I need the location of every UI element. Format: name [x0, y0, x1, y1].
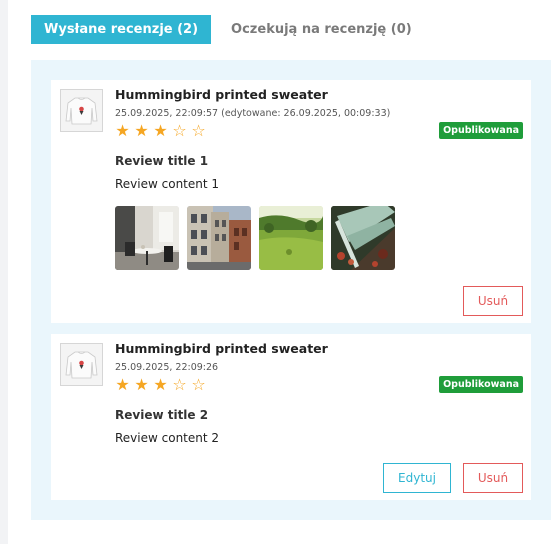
- star-empty-icon: ☆: [191, 375, 206, 394]
- star-filled-icon: ★: [153, 121, 168, 140]
- star-rating: ★ ★ ★ ☆ ☆: [114, 376, 207, 394]
- star-empty-icon: ☆: [172, 375, 187, 394]
- status-badge: Opublikowana: [439, 122, 523, 139]
- sweater-image: [61, 90, 102, 131]
- review-tabs: Wysłane recenzje (2) Oczekują na recenzj…: [31, 15, 425, 44]
- delete-review-button[interactable]: Usuń: [463, 286, 523, 316]
- status-badge: Opublikowana: [439, 376, 523, 393]
- product-name[interactable]: Hummingbird printed sweater: [115, 341, 328, 356]
- star-filled-icon: ★: [115, 375, 130, 394]
- tab-pending-reviews[interactable]: Oczekują na recenzję (0): [218, 15, 425, 44]
- review-card: Hummingbird printed sweater 25.09.2025, …: [51, 334, 531, 500]
- product-thumbnail[interactable]: [60, 343, 103, 386]
- edit-review-button[interactable]: Edytuj: [383, 463, 451, 493]
- star-filled-icon: ★: [134, 375, 149, 394]
- product-name[interactable]: Hummingbird printed sweater: [115, 87, 328, 102]
- review-photo-cafe[interactable]: [115, 206, 179, 270]
- review-title: Review title 2: [115, 408, 209, 422]
- review-title: Review title 1: [115, 154, 209, 168]
- review-content: Review content 2: [115, 431, 220, 445]
- sweater-image: [61, 344, 102, 385]
- star-filled-icon: ★: [115, 121, 130, 140]
- star-empty-icon: ☆: [191, 121, 206, 140]
- review-date: 25.09.2025, 22:09:57 (edytowane: 26.09.2…: [115, 108, 391, 119]
- review-photo-street[interactable]: [187, 206, 251, 270]
- review-photos: [115, 206, 395, 270]
- star-empty-icon: ☆: [172, 121, 187, 140]
- review-card: Hummingbird printed sweater 25.09.2025, …: [51, 80, 531, 323]
- tab-sent-reviews[interactable]: Wysłane recenzje (2): [31, 15, 212, 44]
- review-photo-stairs[interactable]: [331, 206, 395, 270]
- review-content: Review content 1: [115, 177, 220, 191]
- star-rating: ★ ★ ★ ☆ ☆: [114, 122, 207, 140]
- star-filled-icon: ★: [134, 121, 149, 140]
- review-photo-field[interactable]: [259, 206, 323, 270]
- delete-review-button[interactable]: Usuń: [463, 463, 523, 493]
- star-filled-icon: ★: [153, 375, 168, 394]
- product-thumbnail[interactable]: [60, 89, 103, 132]
- reviews-page: Wysłane recenzje (2) Oczekują na recenzj…: [8, 0, 559, 544]
- reviews-panel: Hummingbird printed sweater 25.09.2025, …: [31, 60, 551, 520]
- review-date: 25.09.2025, 22:09:26: [115, 362, 219, 373]
